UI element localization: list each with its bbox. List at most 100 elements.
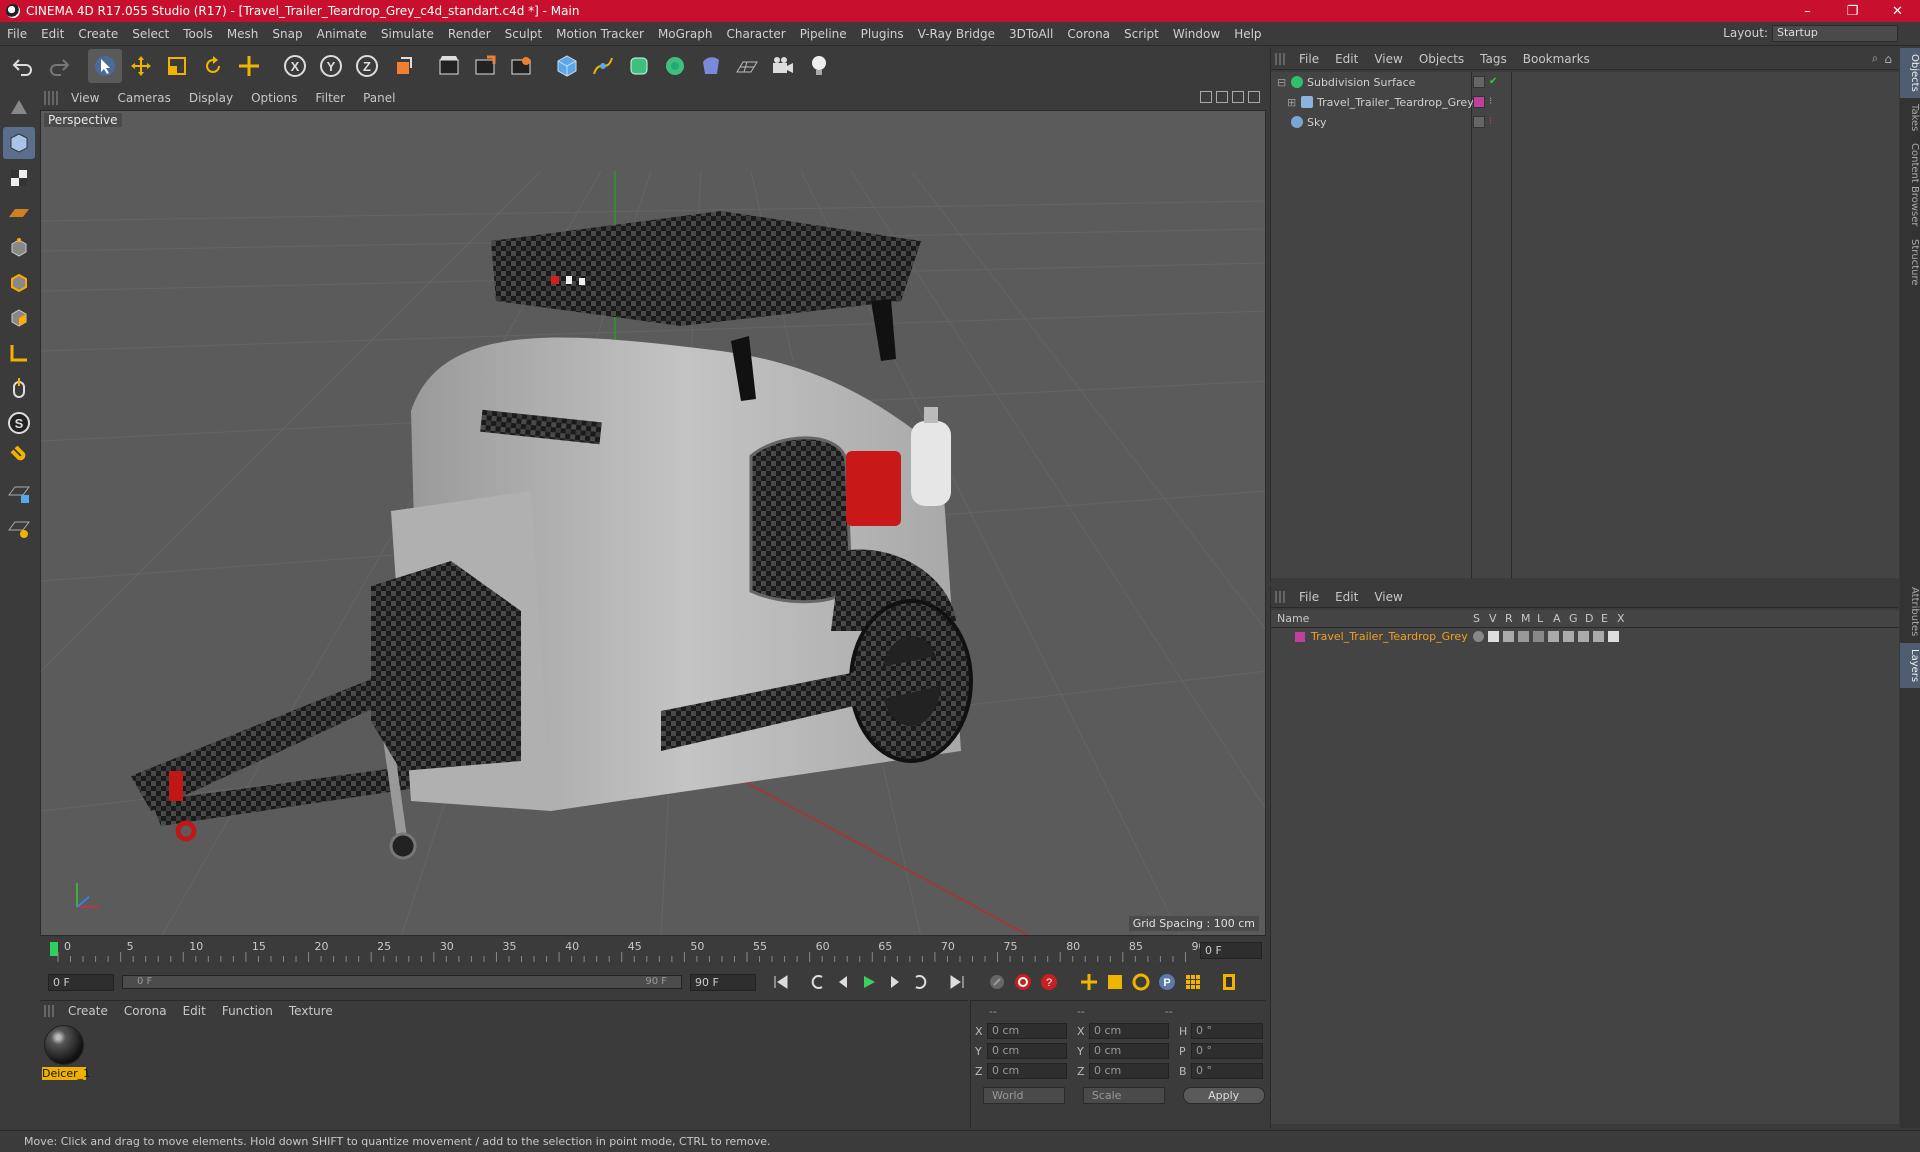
key-parameter-button[interactable]: P — [1154, 969, 1180, 995]
deformer-button[interactable] — [694, 49, 728, 83]
lock-toggle-icon[interactable] — [1533, 631, 1544, 642]
menu-snap[interactable]: Snap — [265, 27, 309, 41]
objects-menu-bookmarks[interactable]: Bookmarks — [1515, 52, 1598, 66]
render-settings-button[interactable] — [504, 49, 538, 83]
menu-create[interactable]: Create — [71, 27, 125, 41]
layer-color-icon[interactable] — [1473, 96, 1485, 108]
solo-toggle-icon[interactable] — [1473, 631, 1484, 642]
next-frame-button[interactable] — [882, 969, 908, 995]
position-y-field[interactable]: 0 cm — [987, 1043, 1067, 1059]
points-mode-button[interactable] — [3, 232, 35, 264]
rotation-h-field[interactable]: 0 ° — [1191, 1023, 1263, 1039]
col-xref[interactable]: X — [1617, 612, 1625, 625]
material-menu-function[interactable]: Function — [214, 1004, 281, 1018]
material-swatch[interactable]: Deicer_1 — [42, 1025, 90, 1080]
layer-flag-icon[interactable] — [1473, 116, 1485, 128]
render-picture-viewer-button[interactable] — [468, 49, 502, 83]
menu-sculpt[interactable]: Sculpt — [498, 27, 549, 41]
viewport-toggle-icon[interactable] — [1248, 91, 1260, 103]
layer-row[interactable]: Travel_Trailer_Teardrop_Grey — [1271, 628, 1899, 646]
previous-frame-button[interactable] — [830, 969, 856, 995]
start-frame-field[interactable]: 0 F — [48, 973, 114, 991]
grid-snap-button[interactable] — [3, 512, 35, 544]
render-view-button[interactable] — [432, 49, 466, 83]
go-to-end-button[interactable] — [944, 969, 970, 995]
col-solo[interactable]: S — [1473, 612, 1480, 625]
objects-menu-edit[interactable]: Edit — [1327, 52, 1366, 66]
scale-tool-button[interactable] — [160, 49, 194, 83]
objects-menu-tags[interactable]: Tags — [1472, 52, 1515, 66]
cloner-button[interactable] — [658, 49, 692, 83]
tweak-mode-button[interactable] — [3, 372, 35, 404]
menu-help[interactable]: Help — [1227, 27, 1268, 41]
visibility-dots-icon[interactable]: ⁝ — [1489, 96, 1492, 108]
layers-menu-edit[interactable]: Edit — [1327, 590, 1366, 604]
coordinate-mode-dropdown[interactable]: Scale — [1082, 1087, 1165, 1104]
coordinate-space-dropdown[interactable]: World — [983, 1087, 1065, 1104]
home-icon[interactable]: ⌂ — [1884, 52, 1892, 66]
next-key-button[interactable] — [908, 969, 934, 995]
viewport-zoom-icon[interactable] — [1216, 91, 1228, 103]
z-axis-lock-button[interactable]: Z — [350, 49, 384, 83]
col-deformers[interactable]: D — [1585, 612, 1593, 625]
object-row-subdivision-surface[interactable]: ⊟ Subdivision Surface ✔ — [1271, 72, 1899, 92]
side-tab-objects[interactable]: Objects — [1900, 48, 1920, 98]
menu-select[interactable]: Select — [125, 27, 176, 41]
objects-menu-file[interactable]: File — [1291, 52, 1327, 66]
col-render[interactable]: R — [1505, 612, 1513, 625]
view-toggle-icon[interactable] — [1488, 631, 1499, 642]
apply-button[interactable]: Apply — [1182, 1087, 1265, 1104]
viewport-camera-label[interactable]: Perspective — [44, 113, 122, 127]
size-z-field[interactable]: 0 cm — [1089, 1063, 1169, 1079]
menu-file[interactable]: File — [0, 27, 34, 41]
camera-button[interactable] — [766, 49, 800, 83]
render-toggle-icon[interactable] — [1503, 631, 1514, 642]
layer-flag-icon[interactable] — [1473, 76, 1485, 88]
perspective-viewport[interactable]: Perspective Grid Spacing : 100 cm — [40, 110, 1266, 936]
menu-mograph[interactable]: MoGraph — [651, 27, 720, 41]
layer-color-icon[interactable] — [1295, 632, 1305, 642]
cube-primitive-button[interactable] — [550, 49, 584, 83]
end-frame-field[interactable]: 90 F — [690, 973, 756, 991]
material-menu-texture[interactable]: Texture — [281, 1004, 341, 1018]
material-menu-edit[interactable]: Edit — [175, 1004, 214, 1018]
position-x-field[interactable]: 0 cm — [987, 1023, 1067, 1039]
menu-animate[interactable]: Animate — [310, 27, 374, 41]
viewport-rotate-icon[interactable] — [1232, 91, 1244, 103]
layer-name[interactable]: Travel_Trailer_Teardrop_Grey — [1311, 630, 1468, 643]
viewport-menu-options[interactable]: Options — [242, 91, 306, 105]
spline-pen-button[interactable] — [586, 49, 620, 83]
snap-button[interactable] — [3, 442, 35, 474]
menu-character[interactable]: Character — [719, 27, 792, 41]
rotation-b-field[interactable]: 0 ° — [1191, 1063, 1263, 1079]
motion-record-button[interactable] — [984, 969, 1010, 995]
move-tool-button[interactable] — [124, 49, 158, 83]
object-name[interactable]: Travel_Trailer_Teardrop_Grey — [1317, 96, 1474, 109]
xref-toggle-icon[interactable] — [1608, 631, 1619, 642]
menu-edit[interactable]: Edit — [34, 27, 71, 41]
col-generators[interactable]: G — [1569, 612, 1578, 625]
menu-tools[interactable]: Tools — [176, 27, 220, 41]
key-pla-button[interactable] — [1180, 969, 1206, 995]
timeline-window-button[interactable] — [1216, 969, 1242, 995]
objects-menu-objects[interactable]: Objects — [1411, 52, 1472, 66]
previous-key-button[interactable] — [804, 969, 830, 995]
layers-menu-view[interactable]: View — [1366, 590, 1410, 604]
visibility-dots-icon[interactable]: ⁝ — [1489, 116, 1492, 128]
redo-button[interactable] — [42, 49, 76, 83]
go-to-start-button[interactable] — [768, 969, 794, 995]
size-y-field[interactable]: 0 cm — [1089, 1043, 1169, 1059]
minimize-button[interactable]: – — [1785, 0, 1830, 22]
menu-motion-tracker[interactable]: Motion Tracker — [549, 27, 651, 41]
col-view[interactable]: V — [1489, 612, 1497, 625]
search-icon[interactable]: ⌕ — [1872, 51, 1879, 66]
size-x-field[interactable]: 0 cm — [1089, 1023, 1169, 1039]
menu-3dtoall[interactable]: 3DToAll — [1002, 27, 1060, 41]
object-row-trailer[interactable]: ⊞ Travel_Trailer_Teardrop_Grey ⁝ — [1271, 92, 1899, 112]
axis-mode-button[interactable] — [3, 337, 35, 369]
make-editable-button[interactable] — [3, 92, 35, 124]
col-manager[interactable]: M — [1521, 612, 1531, 625]
viewport-menu-filter[interactable]: Filter — [306, 91, 354, 105]
side-tab-attributes[interactable]: Attributes — [1900, 581, 1920, 642]
model-mode-button[interactable] — [3, 127, 35, 159]
